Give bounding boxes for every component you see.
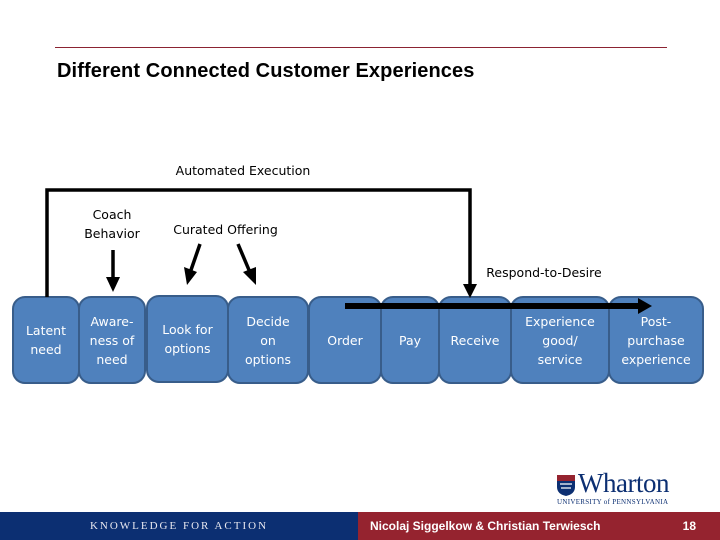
connector-arrows: [45, 188, 652, 314]
curated-offering-arrow-left: [189, 243, 202, 271]
coach-behavior-arrowhead: [106, 277, 120, 292]
page-number: 18: [682, 519, 696, 533]
wharton-logo: Wharton UNIVERSITY of PENNSYLVANIA: [556, 468, 676, 506]
footer-tagline: KNOWLEDGE FOR ACTION: [0, 512, 358, 540]
shield-icon: [557, 475, 575, 496]
wharton-wordmark: Wharton: [578, 468, 669, 498]
curated-offering-arrowhead-right: [243, 267, 256, 285]
footer-authors: Nicolaj Siggelkow & Christian Terwiesch: [370, 519, 601, 533]
automated-execution-arrowhead: [463, 284, 477, 298]
respond-to-desire-arrowhead: [638, 298, 652, 314]
curated-offering-arrowhead-left: [184, 267, 197, 285]
footer-bar: Nicolaj Siggelkow & Christian Terwiesch …: [358, 512, 720, 540]
wharton-subtitle: UNIVERSITY of PENNSYLVANIA: [557, 498, 669, 506]
curated-offering-arrow-right: [236, 243, 251, 271]
